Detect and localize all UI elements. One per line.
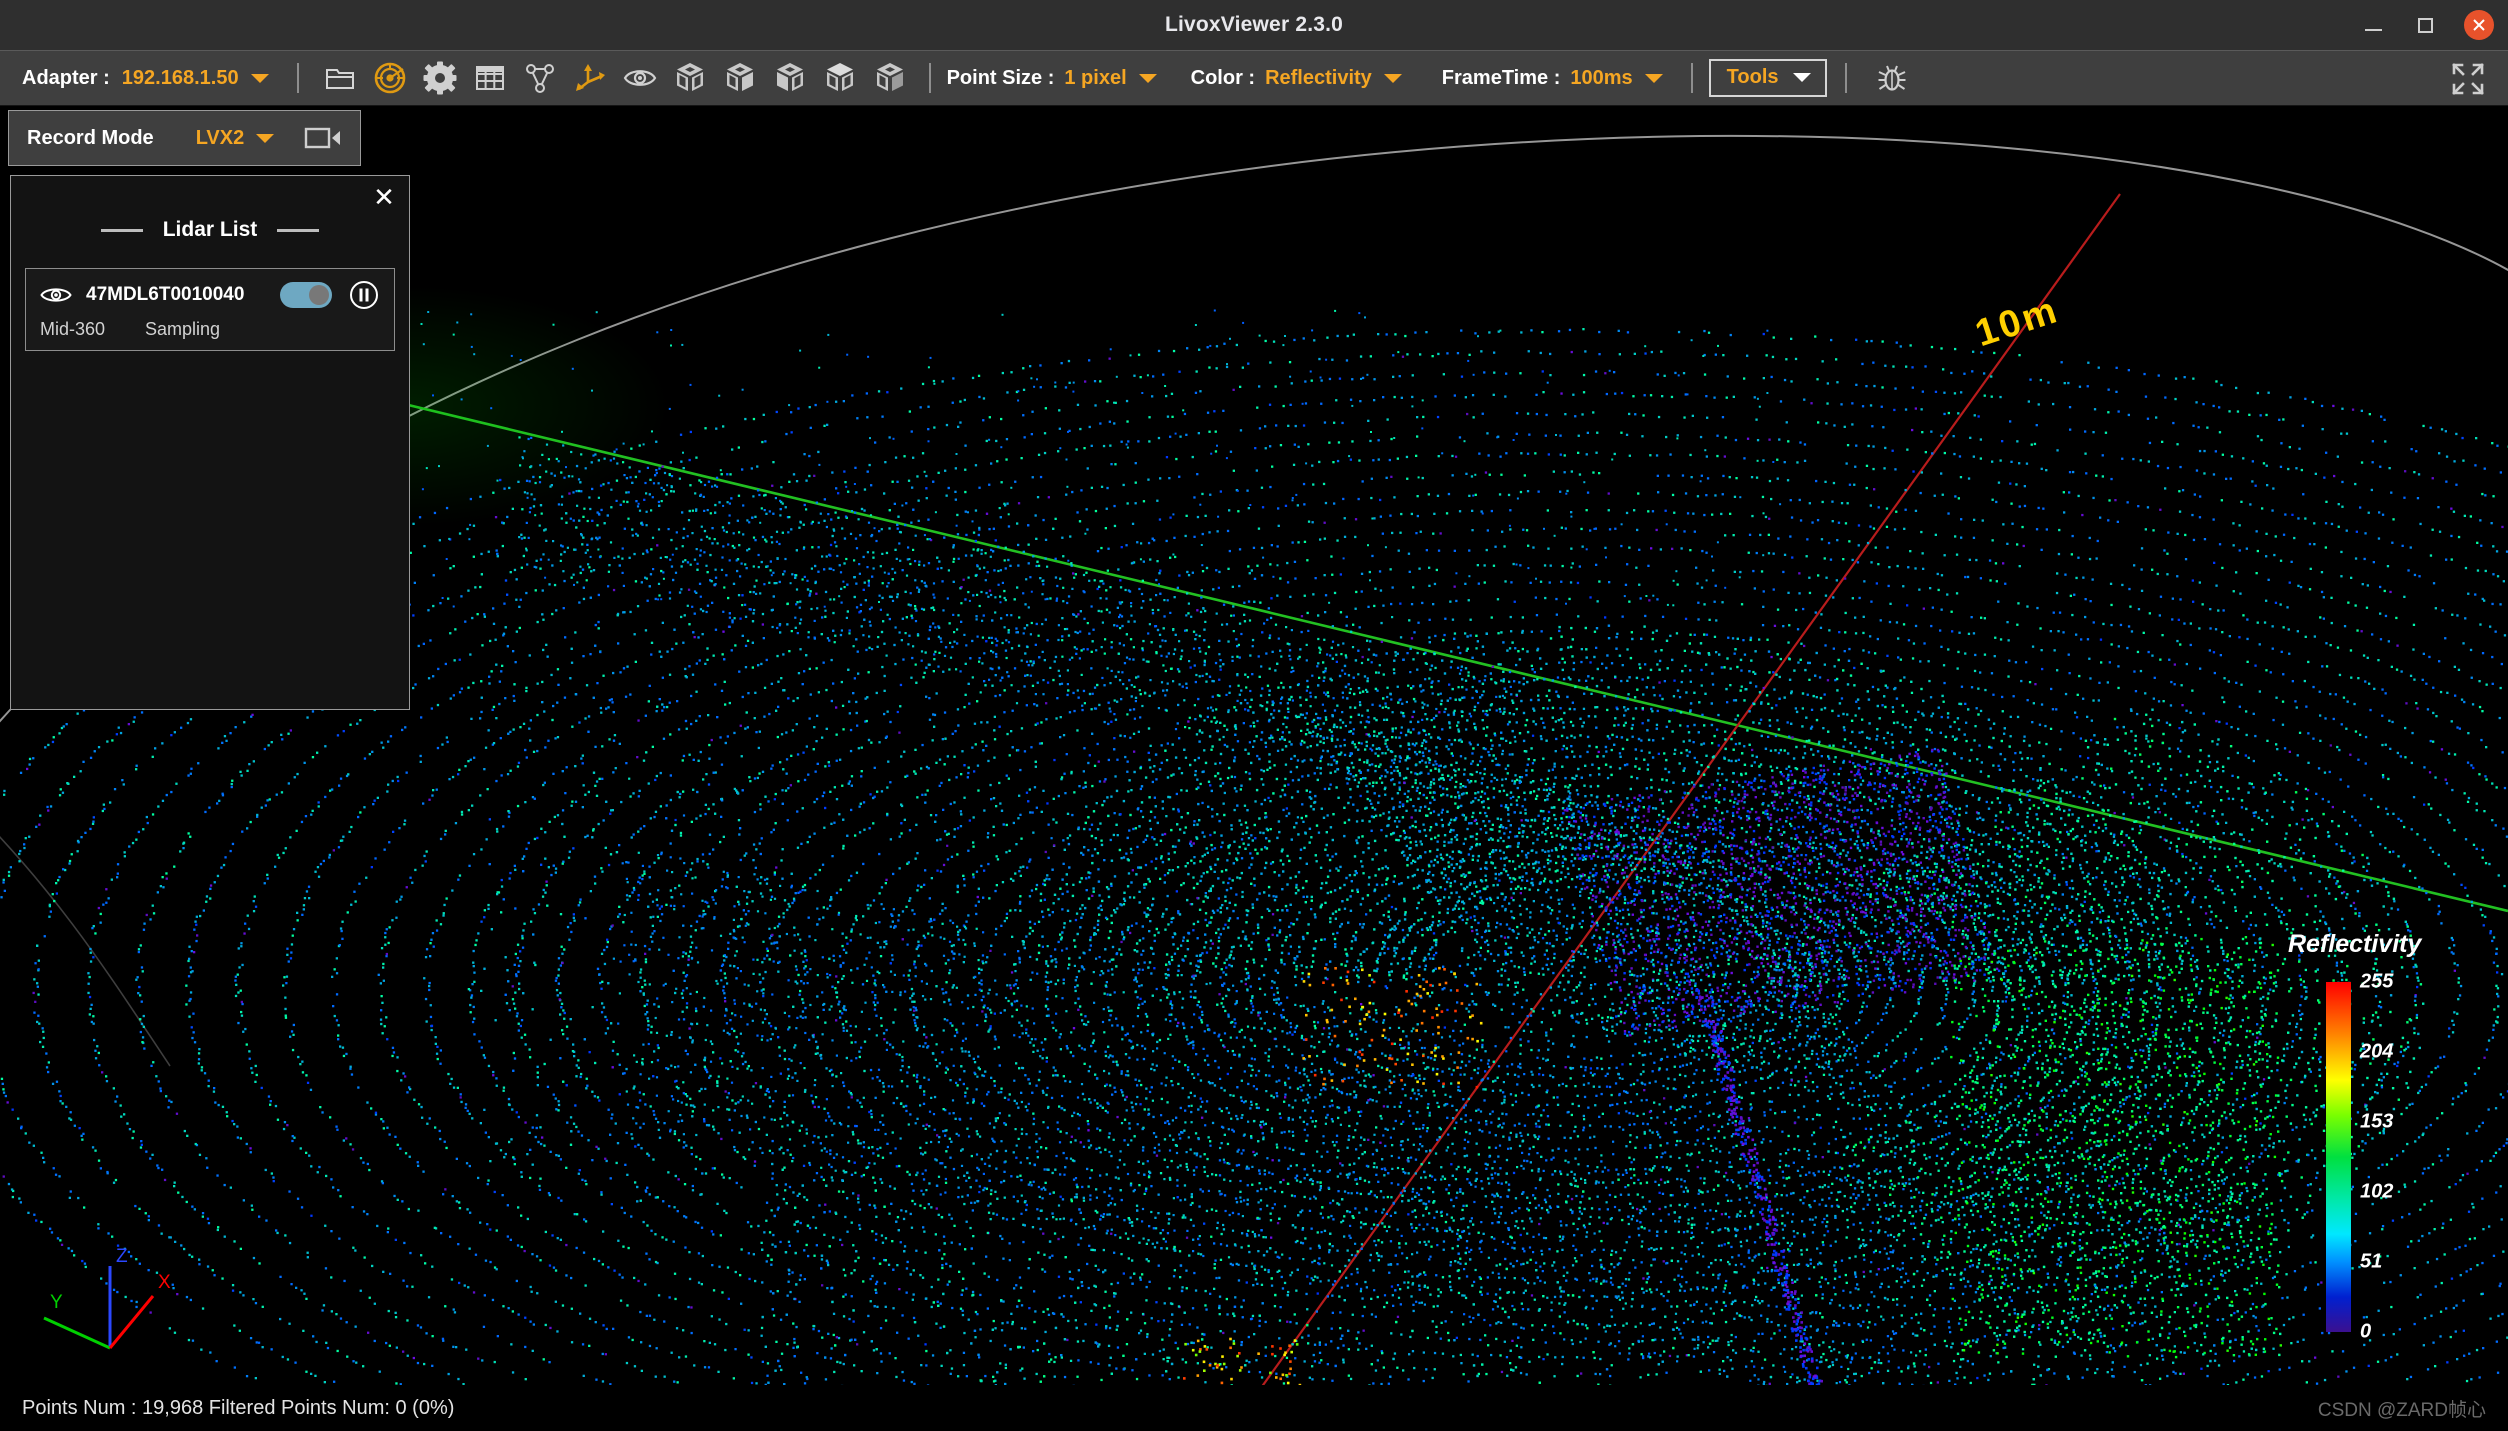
point-size-value: 1 pixel (1064, 67, 1126, 90)
toolbar-divider-4 (1845, 63, 1847, 93)
axis-gizmo-icon[interactable] (569, 57, 611, 99)
chevron-down-icon[interactable] (1384, 74, 1402, 83)
gear-icon[interactable] (419, 57, 461, 99)
adapter-value: 192.168.1.50 (122, 67, 239, 90)
axis-label-x: X (158, 1272, 171, 1293)
maximize-icon[interactable] (2412, 12, 2438, 38)
point-size-selector[interactable]: Point Size : 1 pixel (947, 67, 1157, 90)
record-camera-icon[interactable] (304, 125, 342, 151)
legend-tick: 255 (2360, 971, 2393, 994)
axis-label-z: Z (116, 1246, 128, 1267)
close-icon[interactable]: ✕ (369, 182, 399, 212)
pause-icon[interactable] (348, 279, 380, 311)
title-rule-right (277, 229, 319, 232)
axis-label-y: Y (50, 1292, 63, 1313)
record-mode-label: Record Mode (27, 127, 154, 150)
adapter-selector[interactable]: Adapter : 192.168.1.50 (22, 67, 269, 90)
chevron-down-icon[interactable] (251, 74, 269, 83)
lidar-status: Sampling (145, 319, 220, 340)
legend-tick: 51 (2360, 1251, 2382, 1274)
cube-view-left-icon[interactable] (769, 57, 811, 99)
network-topology-icon[interactable] (519, 57, 561, 99)
fullscreen-icon[interactable] (2450, 61, 2486, 97)
cube-view-top-icon[interactable] (819, 57, 861, 99)
toolbar-divider-3 (1691, 63, 1693, 93)
record-mode-bar: Record Mode LVX2 (8, 110, 361, 166)
lidar-list-title: Lidar List (163, 218, 258, 242)
legend-tick: 102 (2360, 1181, 2393, 1204)
lidar-device-name: 47MDL6T0010040 (86, 284, 244, 306)
lidar-list-header: Lidar List (11, 218, 409, 242)
close-icon[interactable] (2464, 10, 2494, 40)
chevron-down-icon[interactable] (1139, 74, 1157, 83)
reflectivity-legend: Reflectivity 255 204 153 102 51 0 (2288, 930, 2468, 1350)
point-size-label: Point Size : (947, 67, 1055, 90)
adapter-label: Adapter : (22, 67, 110, 90)
legend-tick: 204 (2360, 1041, 2393, 1064)
axis-gizmo: Z Y X (10, 1226, 200, 1376)
tools-button[interactable]: Tools (1709, 59, 1827, 97)
minimize-icon[interactable] (2360, 12, 2386, 38)
title-rule-left (101, 229, 143, 232)
record-mode-value: LVX2 (196, 127, 245, 150)
legend-color-bar (2326, 982, 2351, 1332)
color-label: Color : (1191, 67, 1255, 90)
frametime-selector[interactable]: FrameTime : 100ms (1442, 67, 1663, 90)
points-num-status: Points Num : 19,968 Filtered Points Num:… (22, 1397, 454, 1420)
livox-viewer-window: LivoxViewer 2.3.0 Adapter : 192.168.1.50 (0, 0, 2508, 1431)
cube-view-front-icon[interactable] (669, 57, 711, 99)
chevron-down-icon[interactable] (1645, 74, 1663, 83)
color-selector[interactable]: Color : Reflectivity (1191, 67, 1402, 90)
lidar-list-panel: ✕ Lidar List 47MDL6T0010040 Mid-360 Samp… (10, 175, 410, 710)
list-item[interactable]: 47MDL6T0010040 Mid-360 Sampling (25, 268, 395, 351)
lidar-model: Mid-360 (40, 319, 105, 340)
eye-icon[interactable] (619, 57, 661, 99)
bug-icon[interactable] (1871, 57, 1913, 99)
eye-icon[interactable] (40, 284, 72, 306)
legend-tick: 0 (2360, 1321, 2371, 1344)
cube-view-back-icon[interactable] (719, 57, 761, 99)
table-grid-icon[interactable] (469, 57, 511, 99)
toolbar-divider-1 (297, 63, 299, 93)
watermark: CSDN @ZARD帧心 (2318, 1395, 2486, 1422)
legend-tick: 153 (2360, 1111, 2393, 1134)
lidar-radar-icon[interactable] (369, 57, 411, 99)
chevron-down-icon[interactable] (1793, 73, 1811, 82)
toolbar-divider-2 (929, 63, 931, 93)
tools-label: Tools (1727, 66, 1779, 89)
color-value: Reflectivity (1265, 67, 1372, 90)
frametime-value: 100ms (1570, 67, 1632, 90)
legend-title: Reflectivity (2288, 930, 2421, 959)
chevron-down-icon[interactable] (256, 134, 274, 143)
title-bar: LivoxViewer 2.3.0 (0, 0, 2508, 50)
main-toolbar: Adapter : 192.168.1.50 Point Size: 1 pi… (0, 50, 2508, 106)
axis-line-y (400, 403, 2508, 911)
frametime-label: FrameTime : (1442, 67, 1561, 90)
lidar-enable-toggle[interactable] (280, 282, 332, 308)
open-folder-icon[interactable] (319, 57, 361, 99)
status-bar: Points Num : 19,968 Filtered Points Num:… (0, 1385, 2508, 1431)
cube-view-right-icon[interactable] (869, 57, 911, 99)
window-controls (2360, 0, 2494, 50)
window-title: LivoxViewer 2.3.0 (1165, 13, 1343, 37)
